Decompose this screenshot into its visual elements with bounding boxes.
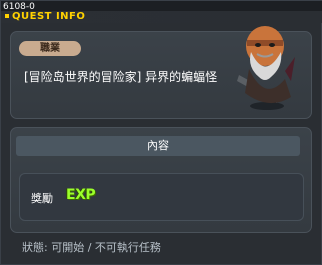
job-tag: 職業 <box>19 41 81 56</box>
title-bullet-icon <box>5 14 9 18</box>
reward-box <box>19 173 304 221</box>
content-header: 內容 <box>16 136 300 156</box>
window-title: QUEST INFO <box>1 11 322 23</box>
window-title-text: QUEST INFO <box>12 11 86 22</box>
quest-name: [冒险岛世界的冒险家] 异界的蝙蝠怪 <box>24 70 218 84</box>
exp-icon: EXP <box>66 187 96 203</box>
reward-label: 獎勵 <box>31 192 53 205</box>
npc-portrait-icon <box>237 26 295 110</box>
quest-info-window: 6108-0 QUEST INFO 職業 [冒险岛世界的冒险家] 异界的蝙蝠怪 … <box>0 0 322 265</box>
quest-status: 狀態: 可開始 / 不可執行任務 <box>22 241 161 254</box>
